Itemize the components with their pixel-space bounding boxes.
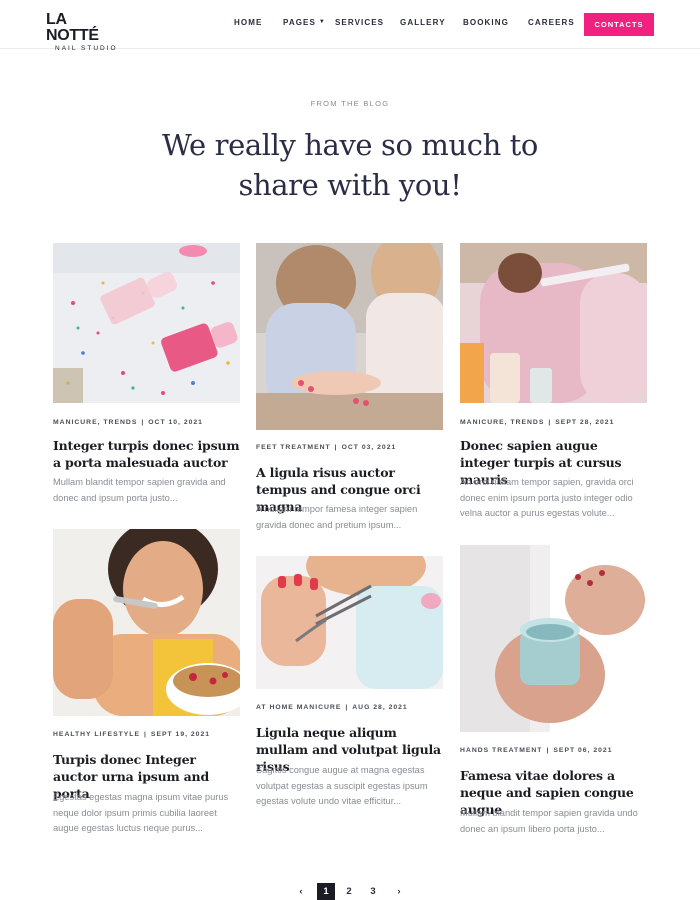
post-1-date: OCT 10, 2021 (148, 419, 203, 426)
caret-down-icon: ▼ (318, 19, 326, 25)
post-2-excerpt: A nullam tempor famesa integer sapien gr… (256, 504, 418, 530)
post-6-date: SEPT 06, 2021 (553, 747, 613, 754)
nav-booking[interactable]: BOOKING (463, 18, 509, 27)
post-4-meta: HEALTHY LIFESTYLE | SEPT 19, 2021 (53, 731, 211, 738)
post-image-woman-eating[interactable] (53, 529, 240, 716)
nav-services[interactable]: SERVICES (335, 18, 384, 27)
post-1-title[interactable]: Integer turpis donec ipsum a porta males… (53, 437, 243, 471)
site-header: LA NOTTÉ NAIL STUDIO HOME PAGES ▼ SERVICE… (0, 0, 700, 53)
post-5-meta: AT HOME MANICURE | AUG 28, 2021 (256, 704, 408, 711)
prev-page-icon[interactable]: ‹ (294, 883, 308, 900)
nav-home[interactable]: HOME (234, 18, 262, 27)
post-5-category[interactable]: AT HOME MANICURE (256, 704, 341, 711)
post-6-meta: HANDS TREATMENT | SEPT 06, 2021 (460, 747, 613, 754)
section-title-line1: We really have so much to (161, 128, 538, 162)
contacts-button[interactable]: CONTACTS (584, 13, 654, 36)
post-6-category[interactable]: HANDS TREATMENT (460, 747, 542, 754)
nav-gallery[interactable]: GALLERY (400, 18, 446, 27)
post-6-excerpt: Mullam blandit tempor sapien gravida und… (460, 808, 638, 834)
section-eyebrow: FROM THE BLOG (310, 99, 390, 108)
post-image-hand-cream[interactable] (460, 545, 647, 732)
page-2[interactable]: 2 (341, 883, 357, 900)
page-3[interactable]: 3 (365, 883, 381, 900)
nav-careers[interactable]: CAREERS (528, 18, 575, 27)
post-1-meta: MANICURE, TRENDS | OCT 10, 2021 (53, 419, 203, 426)
post-image-pedicure[interactable] (256, 243, 443, 430)
post-3-date: SEPT 28, 2021 (555, 419, 615, 426)
section-title: We really have so much to share with you… (100, 125, 600, 205)
post-2-meta: FEET TREATMENT | OCT 03, 2021 (256, 444, 397, 451)
nav-pages-label: PAGES (283, 18, 316, 27)
logo-name: LA NOTTÉ (46, 11, 99, 44)
nav-pages[interactable]: PAGES ▼ (283, 18, 326, 27)
post-5-date: AUG 28, 2021 (352, 704, 408, 711)
post-1-excerpt: Mullam blandit tempor sapien gravida and… (53, 477, 226, 503)
post-2-date: OCT 03, 2021 (341, 444, 397, 451)
post-1-category[interactable]: MANICURE, TRENDS (53, 419, 137, 426)
logo-tagline: NAIL STUDIO (55, 45, 118, 52)
post-3-excerpt: An orci nullam tempor sapien, gravida or… (460, 477, 634, 518)
post-5-excerpt: Sagittis congue augue at magna egestas v… (256, 765, 428, 806)
section-title-line2: share with you! (238, 168, 462, 202)
pagination: ‹ 1 2 3 › (0, 883, 700, 900)
post-4-excerpt: Egestas egestas magna ipsum vitae purus … (53, 792, 229, 833)
post-4-category[interactable]: HEALTHY LIFESTYLE (53, 731, 140, 738)
next-page-icon[interactable]: › (392, 883, 406, 900)
post-2-category[interactable]: FEET TREATMENT (256, 444, 331, 451)
logo[interactable]: LA NOTTÉ NAIL STUDIO (46, 11, 121, 53)
post-4-date: SEPT 19, 2021 (150, 731, 211, 738)
post-3-category[interactable]: MANICURE, TRENDS (460, 419, 544, 426)
post-3-meta: MANICURE, TRENDS | SEPT 28, 2021 (460, 419, 615, 426)
page-1[interactable]: 1 (317, 883, 335, 900)
post-image-nail-polish[interactable] (53, 243, 240, 403)
post-image-cuticle-nipper[interactable] (256, 556, 443, 689)
post-image-nail-filing[interactable] (460, 243, 647, 403)
